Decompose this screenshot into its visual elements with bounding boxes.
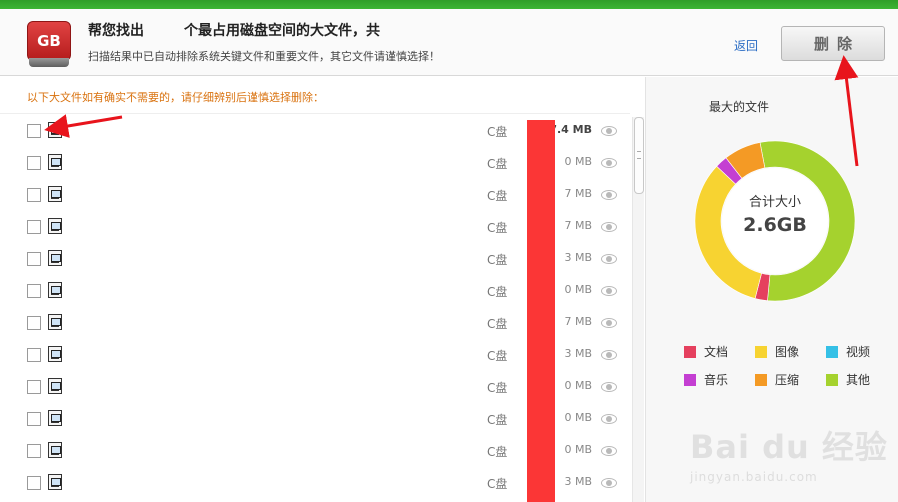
file-icon <box>48 154 62 170</box>
legend-item: 音乐 <box>684 371 729 387</box>
file-icon <box>48 474 62 490</box>
file-icon <box>48 186 62 202</box>
file-checkbox[interactable] <box>27 188 41 202</box>
file-icon <box>48 410 62 426</box>
summary-title: 最大的文件 <box>709 100 770 114</box>
legend-item: 图像 <box>755 343 800 359</box>
file-checkbox[interactable] <box>27 412 41 426</box>
legend-item: 其他 <box>826 371 871 387</box>
file-checkbox[interactable] <box>27 124 41 138</box>
file-checkbox[interactable] <box>27 380 41 394</box>
total-size-label: 合计大小 <box>748 195 801 210</box>
file-checkbox[interactable] <box>27 444 41 458</box>
file-icon <box>48 314 62 330</box>
eye-icon[interactable] <box>601 382 617 392</box>
eye-icon[interactable] <box>601 350 617 360</box>
legend-swatch <box>684 346 696 358</box>
legend-label: 其他 <box>846 373 871 387</box>
watermark-logo: Bai du 经验 jingyan.baidu.com <box>690 404 890 496</box>
legend-swatch <box>684 374 696 386</box>
legend-swatch <box>826 346 838 358</box>
disk-gb-icon-label: GB <box>27 21 71 61</box>
legend-swatch <box>755 374 767 386</box>
file-checkbox[interactable] <box>27 476 41 490</box>
eye-icon[interactable] <box>601 478 617 488</box>
file-drive: C盘 <box>487 445 508 459</box>
legend-item: 文档 <box>684 343 729 359</box>
file-drive: C盘 <box>487 413 508 427</box>
legend-label: 视频 <box>846 345 871 359</box>
file-icon <box>48 122 62 138</box>
eye-icon[interactable] <box>601 414 617 424</box>
legend-label: 文档 <box>704 345 729 359</box>
header: GB 帮您找出 个最占用磁盘空间的大文件，共 扫描结果中已自动排除系统关键文件和重… <box>0 9 898 76</box>
eye-icon[interactable] <box>601 318 617 328</box>
file-drive: C盘 <box>487 125 508 139</box>
legend-swatch <box>826 374 838 386</box>
file-drive: C盘 <box>487 189 508 203</box>
legend-label: 图像 <box>775 345 800 359</box>
disk-gb-icon: GB <box>27 21 71 67</box>
list-scrollbar[interactable] <box>632 117 644 502</box>
watermark-url: jingyan.baidu.com <box>690 470 818 484</box>
file-drive: C盘 <box>487 349 508 363</box>
title-suffix: 个最占用磁盘空间的大文件，共 <box>184 23 380 39</box>
file-icon <box>48 442 62 458</box>
delete-button[interactable]: 删除 <box>781 26 885 61</box>
total-size-value: 2.6GB <box>743 214 807 236</box>
eye-icon[interactable] <box>601 254 617 264</box>
legend-item: 视频 <box>826 343 871 359</box>
file-checkbox[interactable] <box>27 348 41 362</box>
file-drive: C盘 <box>487 221 508 235</box>
file-icon <box>48 282 62 298</box>
file-icon <box>48 378 62 394</box>
redaction-bar <box>527 120 555 502</box>
file-drive: C盘 <box>487 317 508 331</box>
file-drive: C盘 <box>487 253 508 267</box>
eye-icon[interactable] <box>601 158 617 168</box>
legend-label: 压缩 <box>775 373 800 387</box>
eye-icon[interactable] <box>601 222 617 232</box>
file-drive: C盘 <box>487 381 508 395</box>
file-icon <box>48 346 62 362</box>
file-icon <box>48 250 62 266</box>
eye-icon[interactable] <box>601 190 617 200</box>
file-icon <box>48 218 62 234</box>
eye-icon[interactable] <box>601 446 617 456</box>
file-checkbox[interactable] <box>27 284 41 298</box>
file-checkbox[interactable] <box>27 156 41 170</box>
file-drive: C盘 <box>487 157 508 171</box>
back-link[interactable]: 返回 <box>734 37 758 54</box>
list-hint: 以下大文件如有确实不需要的，请仔细辨别后谨慎选择删除： <box>27 91 324 104</box>
eye-icon[interactable] <box>601 126 617 136</box>
legend-item: 压缩 <box>755 371 800 387</box>
page-subtitle: 扫描结果中已自动排除系统关键文件和重要文件，其它文件请谨慎选择！ <box>88 50 440 63</box>
eye-icon[interactable] <box>601 286 617 296</box>
file-checkbox[interactable] <box>27 316 41 330</box>
title-prefix: 帮您找出 <box>88 23 144 39</box>
legend-swatch <box>755 346 767 358</box>
top-accent-bar <box>0 0 898 9</box>
file-drive: C盘 <box>487 285 508 299</box>
page-title: 帮您找出 个最占用磁盘空间的大文件，共 <box>88 20 380 40</box>
legend-label: 音乐 <box>704 373 729 387</box>
file-checkbox[interactable] <box>27 252 41 266</box>
watermark-brand: Bai du 经验 <box>690 428 888 466</box>
scrollbar-thumb[interactable] <box>634 117 644 194</box>
file-checkbox[interactable] <box>27 220 41 234</box>
file-drive: C盘 <box>487 477 508 491</box>
